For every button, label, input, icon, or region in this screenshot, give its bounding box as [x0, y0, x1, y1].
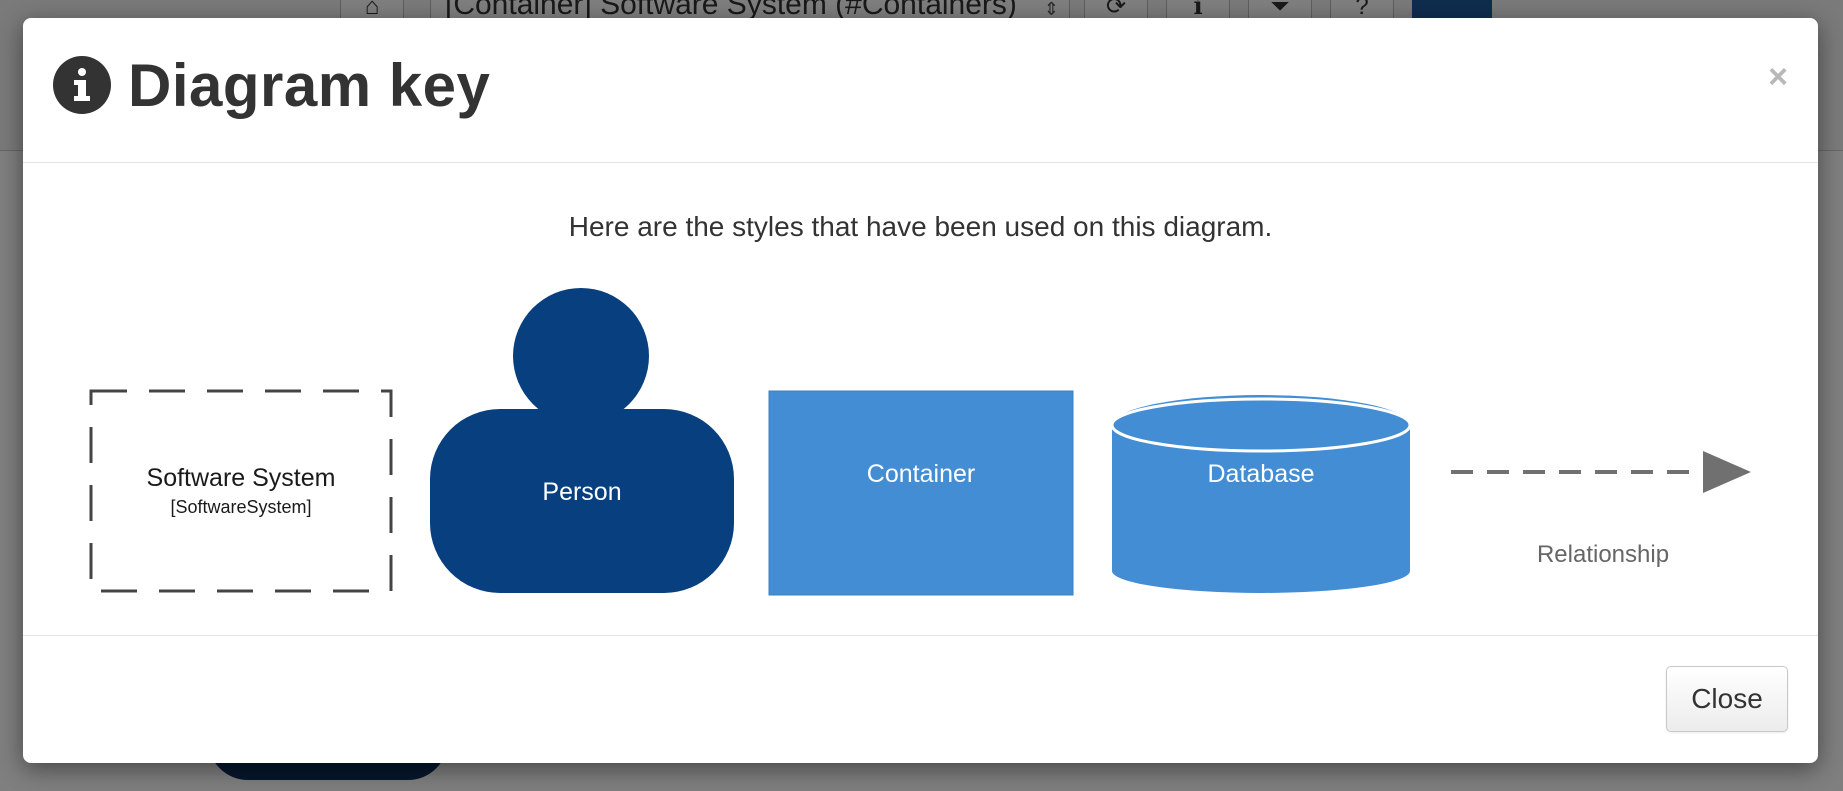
info-icon	[53, 56, 111, 114]
container-label: Container	[866, 459, 976, 488]
software-system-type: [SoftwareSystem]	[170, 497, 312, 517]
close-icon[interactable]: ×	[1768, 60, 1788, 94]
database-label: Database	[1207, 459, 1315, 488]
person-label: Person	[542, 477, 622, 506]
modal-title: Diagram key	[128, 52, 491, 119]
software-system-name: Software System	[146, 464, 336, 492]
diagram-key-modal: Diagram key × Here are the styles that h…	[23, 18, 1818, 763]
person-head-shape	[513, 288, 649, 424]
relationship-label: Relationship	[1536, 541, 1670, 568]
modal-body: Here are the styles that have been used …	[23, 163, 1818, 636]
relationship-arrowhead	[1703, 451, 1751, 493]
modal-footer: Close	[23, 636, 1818, 763]
close-button[interactable]: Close	[1666, 666, 1788, 732]
software-system-label: Software System [SoftwareSystem]	[91, 391, 391, 591]
modal-header: Diagram key ×	[23, 18, 1818, 163]
